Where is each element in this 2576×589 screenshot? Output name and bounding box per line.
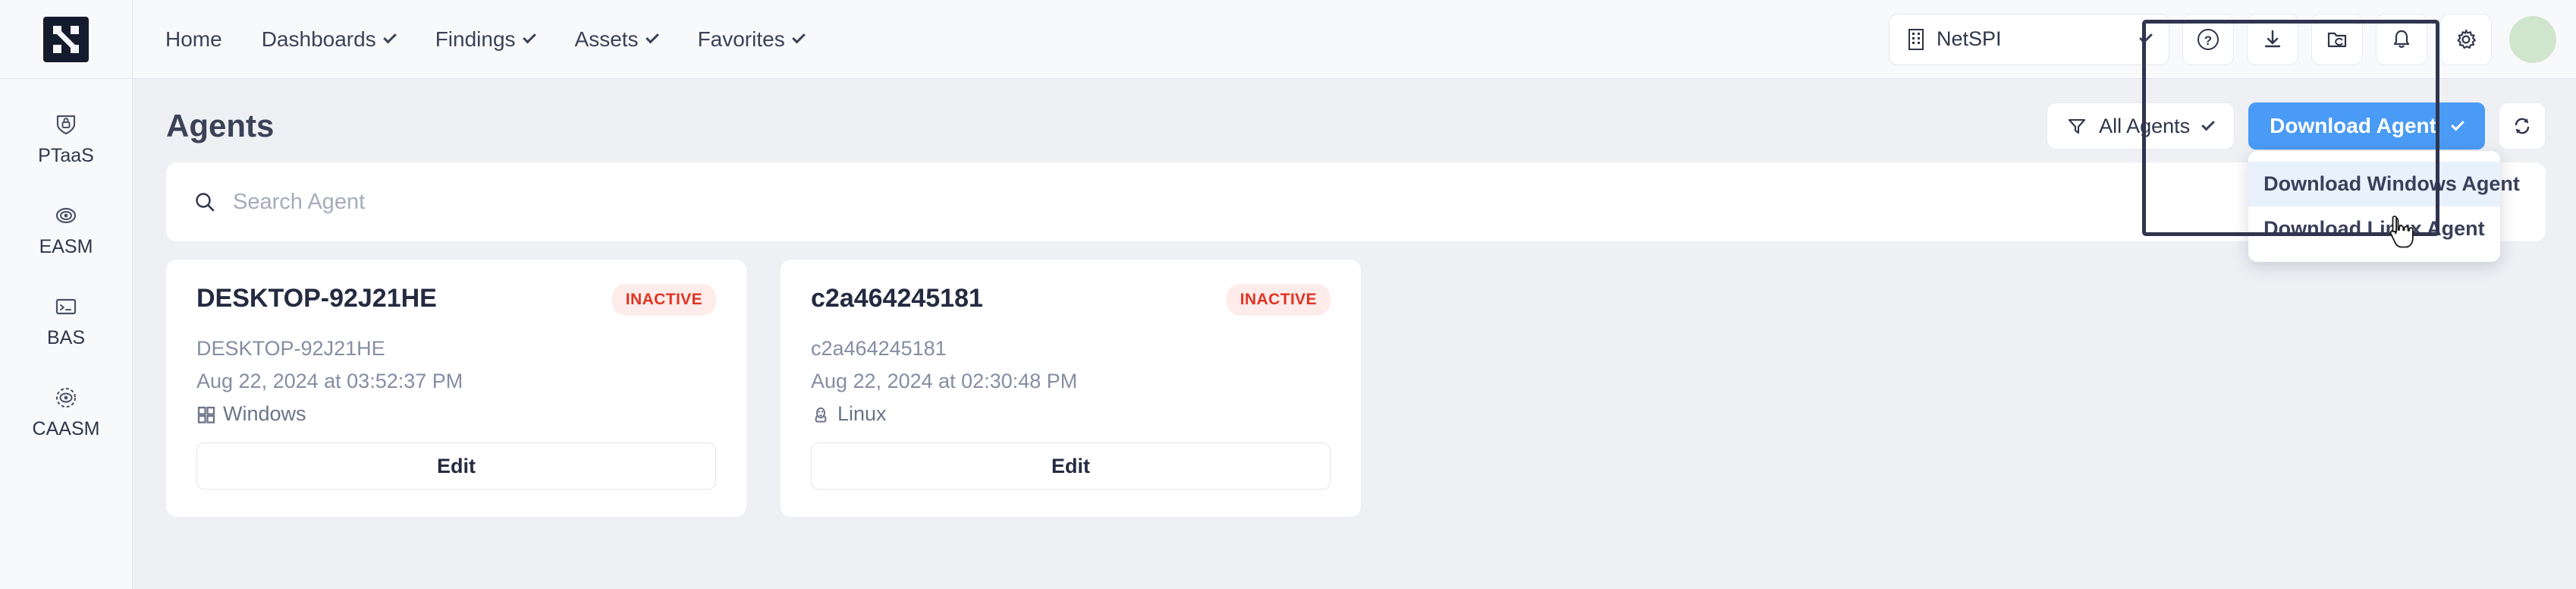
agent-name: c2a464245181 <box>811 284 983 313</box>
nav-item-findings[interactable]: Findings <box>435 27 536 52</box>
download-agent-dropdown: Download Windows Agent Download Linux Ag… <box>2248 151 2520 262</box>
org-selector[interactable]: NetSPI <box>1889 13 2169 65</box>
agent-card-list: DESKTOP-92J21HE INACTIVE DESKTOP-92J21HE… <box>133 241 2576 517</box>
search-icon <box>196 193 215 212</box>
nav-item-dashboards-label: Dashboards <box>261 27 376 51</box>
agent-os-row: Windows <box>196 402 716 426</box>
chevron-down-icon <box>645 30 659 44</box>
status-badge: INACTIVE <box>611 284 716 316</box>
terminal-icon <box>55 298 77 315</box>
sidebar-item-bas-label: BAS <box>46 327 86 348</box>
windows-icon <box>197 406 215 424</box>
agent-hostname: DESKTOP-92J21HE <box>196 337 385 360</box>
chevron-down-icon <box>522 30 536 44</box>
help-icon[interactable]: ? <box>2182 13 2234 65</box>
agent-hostname: c2a464245181 <box>811 337 947 360</box>
sidebar-item-bas[interactable]: BAS <box>0 293 132 349</box>
chevron-down-icon <box>791 30 806 44</box>
chevron-down-icon <box>2139 30 2153 44</box>
dashed-eye-icon <box>55 387 77 408</box>
bell-icon[interactable] <box>2376 13 2427 65</box>
nav-item-assets-label: Assets <box>574 27 639 51</box>
agent-card-header: DESKTOP-92J21HE INACTIVE <box>196 284 716 316</box>
filter-icon <box>2069 118 2086 134</box>
filter-all-agents-button[interactable]: All Agents <box>2047 102 2235 150</box>
agent-os-label: Linux <box>837 402 887 425</box>
agent-timestamp: Aug 22, 2024 at 03:52:37 PM <box>196 370 463 392</box>
target-eye-icon <box>55 207 77 224</box>
chevron-down-icon <box>2201 117 2215 131</box>
edit-button[interactable]: Edit <box>196 443 716 490</box>
header-actions: NetSPI ? <box>1889 13 2576 65</box>
avatar[interactable] <box>2509 15 2556 63</box>
search-bar[interactable] <box>166 162 2546 241</box>
agent-timestamp: Aug 22, 2024 at 02:30:48 PM <box>811 370 1078 392</box>
svg-text:?: ? <box>2204 33 2212 48</box>
chevron-down-icon <box>2451 117 2464 131</box>
chevron-down-icon <box>382 30 397 44</box>
nav-item-assets[interactable]: Assets <box>574 27 659 52</box>
nav-item-home-label: Home <box>165 27 222 51</box>
agent-card[interactable]: DESKTOP-92J21HE INACTIVE DESKTOP-92J21HE… <box>166 260 746 517</box>
download-icon[interactable] <box>2247 13 2298 65</box>
sidebar-item-caasm-label: CAASM <box>32 418 100 439</box>
netspi-logo-icon[interactable] <box>43 16 89 62</box>
toolbar: All Agents Download Agent Download Windo… <box>2047 102 2546 262</box>
menu-item-download-linux-agent[interactable]: Download Linux Agent <box>2248 206 2500 251</box>
agent-os-row: Linux <box>811 402 1330 426</box>
nav-item-home[interactable]: Home <box>165 27 222 52</box>
edit-button[interactable]: Edit <box>811 443 1330 490</box>
sidebar: PTaaS EASM BAS CAASM <box>0 79 133 589</box>
page-title: Agents <box>166 108 275 143</box>
menu-item-download-windows-agent[interactable]: Download Windows Agent <box>2248 162 2520 206</box>
nav-item-dashboards[interactable]: Dashboards <box>261 27 397 52</box>
app-header: Home Dashboards Findings Assets Favorite… <box>0 0 2576 79</box>
sidebar-item-ptaas-label: PTaaS <box>38 145 94 166</box>
building-icon <box>1908 28 1924 50</box>
download-agent-button[interactable]: Download Agent <box>2248 102 2485 150</box>
nav-item-favorites-label: Favorites <box>697 27 785 51</box>
page-header: Agents All Agents Download Agent Downloa… <box>133 79 2576 262</box>
nav-item-findings-label: Findings <box>435 27 516 51</box>
agent-name: DESKTOP-92J21HE <box>196 284 437 313</box>
refresh-button[interactable] <box>2499 102 2546 150</box>
org-name: NetSPI <box>1937 27 2002 50</box>
refresh-icon <box>2515 118 2530 134</box>
sidebar-item-easm[interactable]: EASM <box>0 202 132 258</box>
download-agent-group: Download Agent Download Windows Agent Do… <box>2248 102 2520 262</box>
main-content: Agents All Agents Download Agent Downloa… <box>133 79 2576 589</box>
agent-card-header: c2a464245181 INACTIVE <box>811 284 1330 316</box>
status-badge: INACTIVE <box>1226 284 1330 316</box>
download-agent-label: Download Agent <box>2270 114 2436 137</box>
filter-label: All Agents <box>2099 114 2191 137</box>
sidebar-item-easm-label: EASM <box>39 236 93 257</box>
agent-card[interactable]: c2a464245181 INACTIVE c2a464245181 Aug 2… <box>781 260 1361 517</box>
sidebar-item-ptaas[interactable]: PTaaS <box>0 111 132 167</box>
linux-icon <box>815 407 827 422</box>
search-input[interactable] <box>233 189 2518 215</box>
agent-os-label: Windows <box>223 402 306 425</box>
shield-lock-icon <box>56 115 76 135</box>
folder-sync-icon[interactable] <box>2311 13 2363 65</box>
sidebar-item-caasm[interactable]: CAASM <box>0 384 132 440</box>
nav-item-favorites[interactable]: Favorites <box>697 27 806 52</box>
main-nav: Home Dashboards Findings Assets Favorite… <box>165 27 806 52</box>
logo-zone[interactable] <box>0 0 133 79</box>
gear-icon[interactable] <box>2440 13 2492 65</box>
